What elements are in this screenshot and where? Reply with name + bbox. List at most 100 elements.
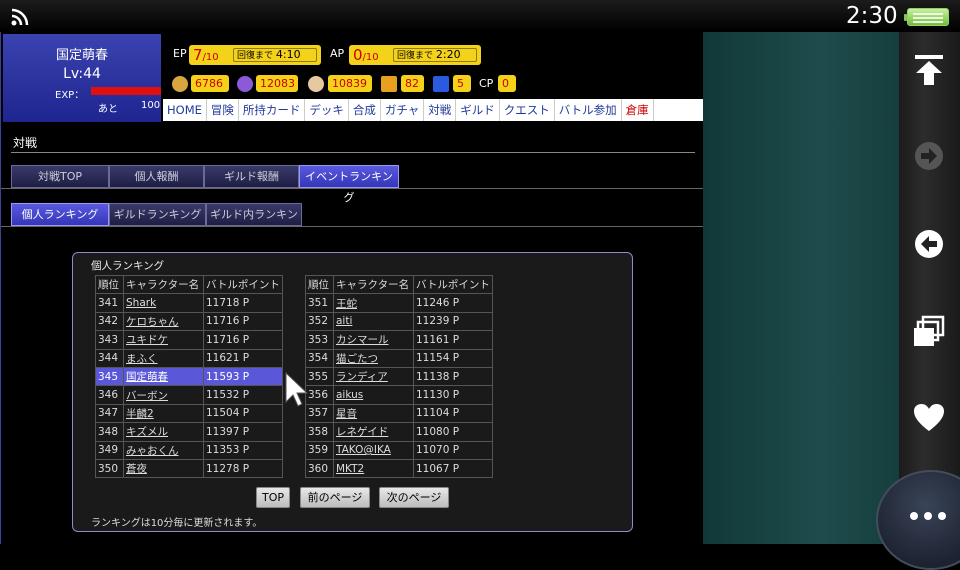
table-row: 359 TAKO@IKA 11070 P	[305, 440, 493, 460]
points-cell: 11067 P	[413, 458, 493, 479]
rank-cell: 341	[95, 293, 124, 313]
next-label: あと	[98, 104, 118, 115]
table-row: 344 まふく 11621 P	[95, 348, 283, 368]
name-link[interactable]: 半麟2	[123, 403, 204, 424]
fh-icon	[433, 76, 449, 92]
subtab-guild-ranking[interactable]: ギルドランキング	[109, 203, 206, 226]
name-link[interactable]: 蒼夜	[123, 458, 204, 479]
prev-page-button[interactable]: 前のページ	[300, 487, 370, 508]
cp-value: 0	[498, 75, 516, 92]
nav-cards[interactable]: 所持カード	[239, 99, 306, 121]
points-cell: 11138 P	[413, 366, 493, 387]
name-link[interactable]: 猫ごたつ	[333, 348, 414, 368]
name-link[interactable]: aiti	[333, 311, 414, 332]
nav-battle[interactable]: 対戦	[424, 99, 457, 121]
points-cell: 11070 P	[413, 440, 493, 460]
name-link[interactable]: ユキドケ	[123, 330, 204, 350]
name-link[interactable]: TAKO@IKA	[333, 440, 414, 460]
nav-quest[interactable]: クエスト	[500, 99, 555, 121]
rank-cell: 347	[95, 403, 124, 424]
table-row: 357 星音 11104 P	[305, 403, 493, 424]
tab-guild-reward[interactable]: ギルド報酬	[204, 165, 299, 188]
name-link[interactable]: まふく	[123, 348, 204, 368]
points-cell: 11080 P	[413, 422, 493, 442]
tab-divider	[1, 188, 703, 189]
nav-storage[interactable]: 倉庫	[622, 99, 654, 121]
nav-gacha[interactable]: ガチャ	[381, 99, 425, 121]
tab-event-ranking[interactable]: イベントランキング	[299, 165, 399, 204]
forward-button[interactable]	[909, 136, 949, 176]
ap-recover: 回復まで 2:20	[393, 48, 477, 62]
currency-2: 12083	[256, 75, 298, 92]
name-link[interactable]: 王蛇	[333, 293, 414, 313]
name-link[interactable]: 国定萌春	[123, 366, 204, 387]
subtab-in-guild-ranking[interactable]: ギルド内ランキン	[206, 203, 302, 226]
rank-cell: 357	[305, 403, 334, 424]
page-title: 対戦	[13, 136, 38, 150]
nav-adventure[interactable]: 冒険	[207, 99, 239, 121]
ranking-table-right: 順位 キャラクター名 バトルポイント 351 王蛇 11246 P 352 aiti 11…	[305, 274, 493, 479]
rank-cell: 350	[95, 458, 124, 479]
table-row: 347 半麟2 11504 P	[95, 403, 283, 424]
table-header: 順位 キャラクター名 バトルポイント	[95, 274, 283, 295]
scroll-top-button[interactable]	[909, 50, 949, 90]
tab-personal-reward[interactable]: 個人報酬	[109, 165, 204, 188]
name-link[interactable]: カシマール	[333, 330, 414, 350]
top-button[interactable]: TOP	[256, 487, 290, 508]
character-face-icon	[308, 76, 324, 92]
points-cell: 11397 P	[203, 422, 283, 442]
nav-home[interactable]: HOME	[163, 99, 207, 121]
ep-meter: 7/10 回復まで 4:10	[189, 45, 321, 65]
name-link[interactable]: レネゲイド	[333, 422, 414, 442]
rank-cell: 359	[305, 440, 334, 460]
points-cell: 11716 P	[203, 311, 283, 332]
ap-recover-label: 回復まで	[397, 51, 434, 61]
tabs-button[interactable]	[909, 312, 949, 352]
rank-cell: 345	[95, 366, 124, 387]
col-rank: 順位	[95, 274, 124, 295]
ep-recover: 回復まで 4:10	[233, 48, 317, 62]
system-status-bar: 2:30	[0, 0, 960, 32]
tab-battle-top[interactable]: 対戦TOP	[11, 165, 109, 188]
table-row: 354 猫ごたつ 11154 P	[305, 348, 493, 368]
table-row: 358 レネゲイド 11080 P	[305, 422, 493, 442]
browser-side-toolbar	[899, 32, 960, 544]
currency-3: 10839	[328, 75, 372, 92]
browser-page[interactable]: 国定萌春 Lv:44 EXP： あと 100 EP 7/10 回復まで 4:10…	[0, 32, 703, 544]
next-page-button[interactable]: 次のページ	[379, 487, 449, 508]
name-link[interactable]: 星音	[333, 403, 414, 424]
table-row: 342 ケロちゃん 11716 P	[95, 311, 283, 332]
ep-max: /10	[202, 52, 219, 63]
name-link[interactable]: みゃおくん	[123, 440, 204, 460]
nav-guild[interactable]: ギルド	[456, 99, 500, 121]
nav-battle-join[interactable]: バトル参加	[555, 99, 622, 121]
col-points: バトルポイント	[413, 274, 493, 295]
points-cell: 11718 P	[203, 293, 283, 313]
nav-deck[interactable]: デッキ	[305, 99, 349, 121]
name-link[interactable]: ランディア	[333, 366, 414, 387]
rank-cell: 356	[305, 385, 334, 405]
name-link[interactable]: バーボン	[123, 385, 204, 405]
name-link[interactable]: ケロちゃん	[123, 311, 204, 332]
back-icon	[915, 230, 943, 258]
gp-icon	[381, 76, 397, 92]
back-button[interactable]	[909, 224, 949, 264]
scroll-top-icon	[915, 55, 943, 85]
name-link[interactable]: キズメル	[123, 422, 204, 442]
name-link[interactable]: Shark	[123, 293, 204, 313]
favorites-button[interactable]	[909, 398, 949, 438]
points-cell: 11154 P	[413, 348, 493, 368]
exp-bar	[91, 87, 161, 95]
ranking-panel: 個人ランキング 順位 キャラクター名 バトルポイント 341 Shark 11718…	[72, 252, 633, 532]
player-name: 国定萌春	[55, 48, 108, 63]
ap-label: AP	[330, 47, 345, 60]
name-link[interactable]: aikus	[333, 385, 414, 405]
points-cell: 11130 P	[413, 385, 493, 405]
table-row: 351 王蛇 11246 P	[305, 293, 493, 313]
table-row: 349 みゃおくん 11353 P	[95, 440, 283, 460]
rank-cell: 344	[95, 348, 124, 368]
subtab-personal-ranking[interactable]: 個人ランキング	[11, 203, 109, 226]
name-link[interactable]: MKT2	[333, 458, 414, 479]
points-cell: 11104 P	[413, 403, 493, 424]
nav-fusion[interactable]: 合成	[349, 99, 381, 121]
